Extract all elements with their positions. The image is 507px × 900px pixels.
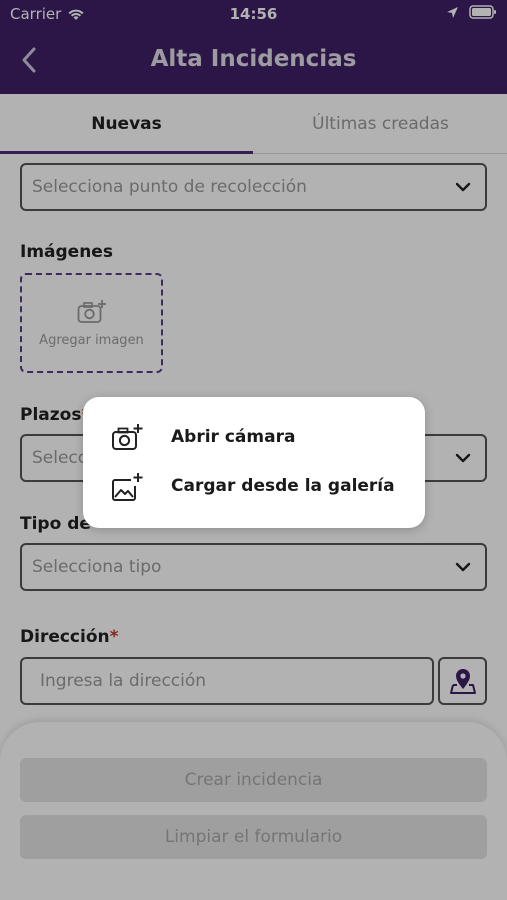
- image-source-menu: Abrir cámara Cargar desde la galería: [83, 397, 425, 528]
- open-camera-option[interactable]: Abrir cámara: [83, 413, 425, 461]
- upload-gallery-option[interactable]: Cargar desde la galería: [83, 462, 425, 510]
- image-plus-icon: [112, 473, 143, 501]
- camera-plus-icon: [112, 424, 143, 450]
- upload-gallery-label: Cargar desde la galería: [171, 476, 395, 496]
- open-camera-label: Abrir cámara: [171, 427, 296, 447]
